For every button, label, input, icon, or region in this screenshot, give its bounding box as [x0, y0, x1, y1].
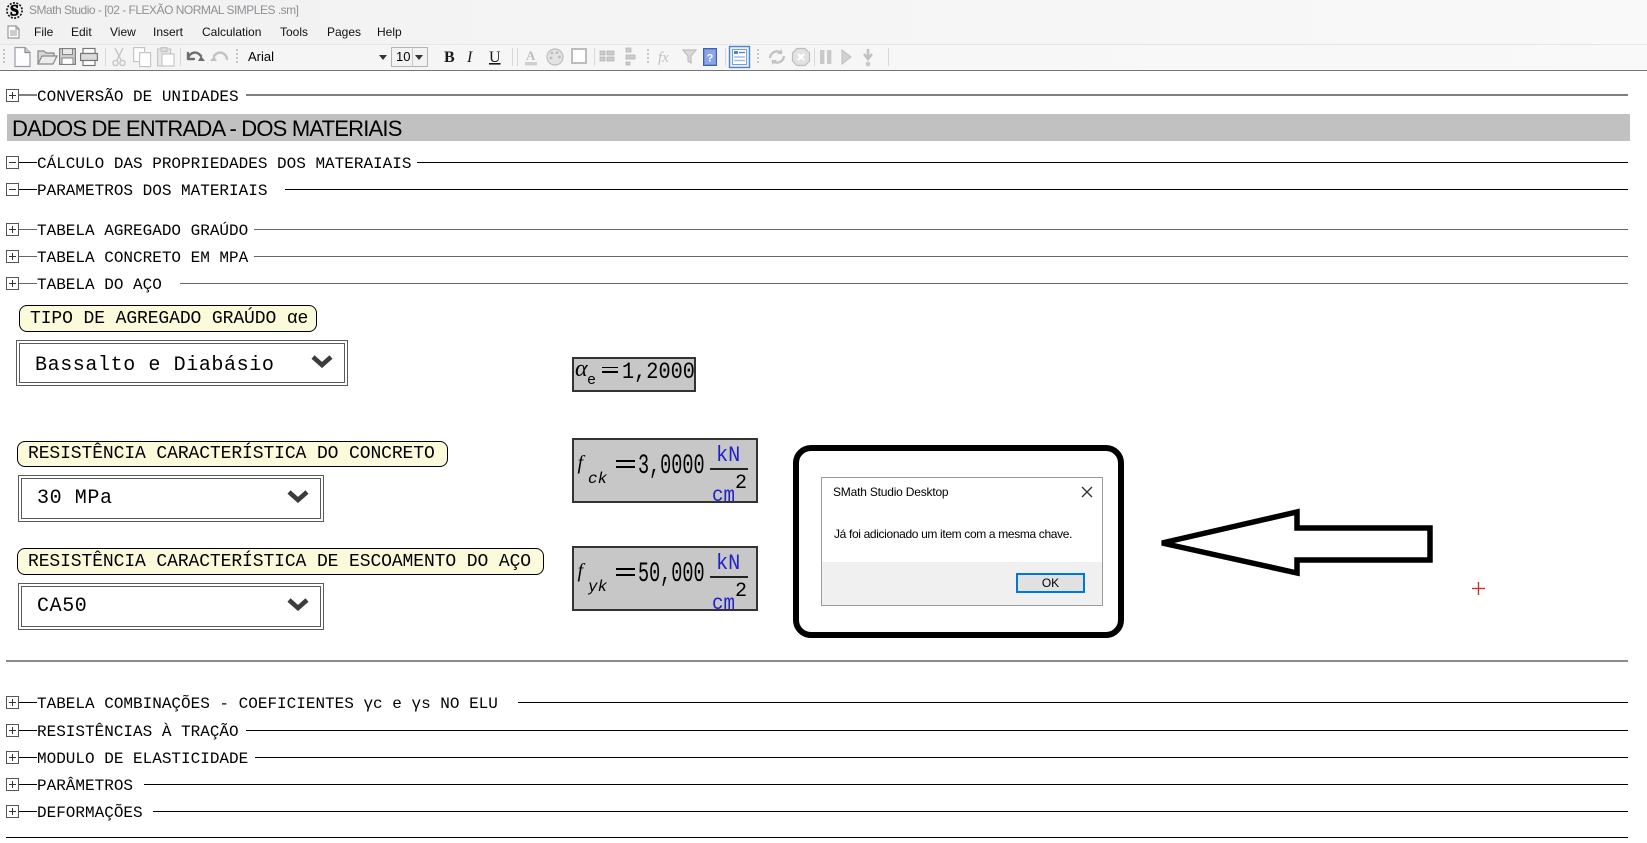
svg-text:?: ? [707, 53, 714, 65]
svg-text:S: S [10, 3, 19, 19]
svg-text:10: 10 [396, 49, 410, 64]
svg-text:fx: fx [658, 50, 669, 66]
svg-text:B: B [444, 49, 455, 66]
svg-text:U: U [489, 49, 501, 66]
svg-text:I: I [466, 49, 473, 66]
svg-text:A: A [526, 48, 536, 63]
svg-text:Arial: Arial [248, 49, 274, 64]
